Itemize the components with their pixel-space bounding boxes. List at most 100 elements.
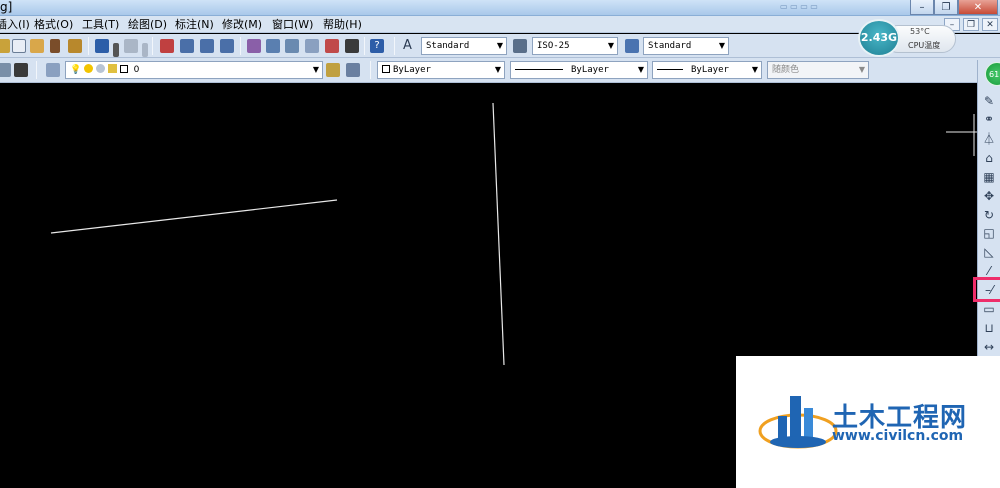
separator [364, 37, 365, 55]
lightbulb-icon: 💡 [70, 65, 82, 75]
linetype-preview [515, 69, 563, 70]
chamfer-icon[interactable]: ⊔ [981, 320, 997, 336]
table-style-select[interactable]: Standard ▼ [643, 37, 729, 55]
restore-button[interactable]: ❐ [934, 0, 958, 15]
copy-object-icon[interactable]: ⚭ [981, 111, 997, 127]
menu-help[interactable]: 帮助(H) [323, 18, 362, 31]
drawn-line-2[interactable] [492, 102, 505, 366]
table-style-value: Standard [648, 41, 692, 51]
separator [240, 37, 241, 55]
offset-icon[interactable]: ⌂ [981, 150, 997, 166]
zoom-window-icon[interactable] [200, 39, 214, 53]
chevron-down-icon: ▼ [637, 65, 644, 74]
tool-palettes-icon[interactable] [285, 39, 299, 53]
menu-window[interactable]: 窗口(W) [272, 18, 313, 31]
move-icon[interactable]: ✥ [981, 188, 997, 204]
design-center-icon[interactable] [266, 39, 280, 53]
stretch-icon[interactable]: ◺ [981, 244, 997, 260]
break-icon[interactable]: ▭ [981, 301, 997, 317]
menu-dimension[interactable]: 标注(N) [175, 18, 214, 31]
properties-icon[interactable] [247, 39, 261, 53]
rotate-icon[interactable]: ↻ [981, 207, 997, 223]
erase-icon[interactable]: ✎ [981, 93, 997, 109]
copy-icon[interactable] [12, 39, 26, 53]
dim-style-value: ISO-25 [537, 41, 570, 51]
watermark-url: www.civilcn.com [832, 428, 964, 444]
zoom-previous-icon[interactable] [220, 39, 234, 53]
layer-select[interactable]: 💡 0 ▼ [65, 61, 323, 79]
minimize-button[interactable]: – [910, 0, 934, 15]
menu-insert[interactable]: 插入(I) [0, 18, 30, 31]
doc-close-button[interactable]: ✕ [982, 18, 998, 31]
menu-draw[interactable]: 绘图(D) [128, 18, 167, 31]
help-icon[interactable]: ? [370, 39, 384, 53]
title-bar: g] ▭ ▭ ▭ ▭ – ❐ ✕ [0, 0, 1000, 16]
cpu-temperature: 53°C [910, 27, 930, 36]
drawn-line-1[interactable] [50, 199, 338, 234]
brush-icon[interactable] [68, 39, 82, 53]
chevron-down-icon: ▼ [751, 65, 758, 74]
chevron-down-icon: ▼ [718, 41, 725, 50]
undo-icon[interactable] [95, 39, 109, 53]
viewport-freeze-icon [95, 64, 105, 73]
sun-icon [84, 64, 94, 73]
separator [88, 37, 89, 55]
titlebar-ghost-text: ▭ ▭ ▭ ▭ [780, 2, 818, 11]
undo-dropdown-icon[interactable] [113, 43, 119, 57]
cpu-monitor-widget[interactable]: 53°C CPU温度 2.43G [858, 19, 958, 57]
highlight-box [973, 277, 1000, 302]
menu-bar: 插入(I) 格式(O) 工具(T) 绘图(D) 标注(N) 修改(M) 窗口(W… [0, 16, 1000, 33]
make-current-icon[interactable] [326, 63, 340, 77]
color-value: ByLayer [393, 65, 431, 75]
dim-style-select[interactable]: ISO-25 ▼ [532, 37, 618, 55]
join-icon[interactable]: ↔ [981, 339, 997, 355]
color-control-select[interactable]: ByLayer ▼ [377, 61, 505, 79]
cut-icon[interactable] [0, 39, 10, 53]
layer-properties-icon[interactable] [46, 63, 60, 77]
close-button[interactable]: ✕ [958, 0, 998, 15]
window-title: g] [0, 0, 13, 14]
doc-restore-button[interactable]: ❐ [963, 18, 979, 31]
menu-format[interactable]: 格式(O) [34, 18, 73, 31]
color-swatch [382, 65, 390, 73]
markup-icon[interactable] [325, 39, 339, 53]
layer-color-swatch [119, 65, 128, 73]
layer-previous-icon[interactable] [0, 63, 11, 77]
menu-tools[interactable]: 工具(T) [82, 18, 119, 31]
paste-icon[interactable] [30, 39, 44, 53]
dim-style-icon [513, 39, 527, 53]
chevron-down-icon: ▼ [607, 41, 614, 50]
menu-modify[interactable]: 修改(M) [222, 18, 262, 31]
plot-style-select: 随颜色 ▼ [767, 61, 869, 79]
pan-icon[interactable] [160, 39, 174, 53]
lineweight-preview [657, 69, 683, 70]
scale-icon[interactable]: ◱ [981, 225, 997, 241]
cpu-temperature-label: CPU温度 [908, 41, 941, 50]
chevron-down-icon: ▼ [312, 65, 319, 74]
text-style-value: Standard [426, 41, 470, 51]
redo-dropdown-icon[interactable] [142, 43, 148, 57]
linetype-value: ByLayer [571, 65, 609, 75]
modify-toolbar: ✎ ⚭ ⏃ ⌂ ▦ ✥ ↻ ◱ ◺ ⁄ –⁄ ▭ ⊔ ↔ [977, 60, 1000, 356]
lineweight-control-select[interactable]: ByLayer ▼ [652, 61, 762, 79]
plot-style-value: 随颜色 [772, 65, 800, 75]
separator [394, 37, 395, 55]
current-layer-name: 0 [133, 65, 140, 75]
chevron-down-icon: ▼ [858, 65, 865, 74]
array-icon[interactable]: ▦ [981, 169, 997, 185]
separator [152, 37, 153, 55]
redo-icon[interactable] [124, 39, 138, 53]
linetype-control-select[interactable]: ByLayer ▼ [510, 61, 648, 79]
match-properties-icon[interactable] [50, 39, 60, 53]
mirror-icon[interactable]: ⏃ [981, 131, 997, 147]
sheet-set-icon[interactable] [305, 39, 319, 53]
zoom-realtime-icon[interactable] [180, 39, 194, 53]
lineweight-value: ByLayer [691, 65, 729, 75]
text-style-select[interactable]: Standard ▼ [421, 37, 507, 55]
standard-toolbar: ? A Standard ▼ ISO-25 ▼ Standard ▼ [0, 34, 1000, 58]
lock-icon [107, 64, 117, 73]
layer-previous-button-icon[interactable] [346, 63, 360, 77]
calculator-icon[interactable] [345, 39, 359, 53]
layer-states-icon[interactable] [14, 63, 28, 77]
text-style-icon: A [403, 38, 412, 53]
